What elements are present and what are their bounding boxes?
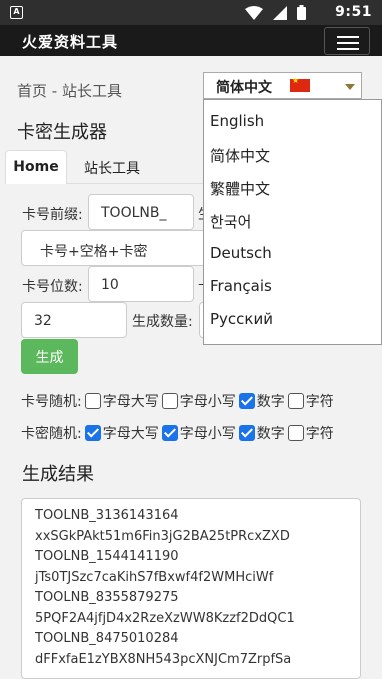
language-option[interactable]: 한국어 — [204, 199, 381, 232]
language-option[interactable]: English — [204, 100, 381, 133]
result-title: 生成结果 — [22, 464, 94, 485]
result-line: dFFxfaE1zYBX8NH543pcXNJCm7ZrpfSa — [35, 651, 292, 667]
prefix-input[interactable]: TOOLNB_ — [88, 194, 194, 230]
site-logo[interactable]: ⽕爱资料工具 — [22, 31, 118, 52]
dropdown-arrow-icon — [345, 84, 355, 90]
card-symbols-checkbox[interactable] — [287, 393, 304, 409]
language-option[interactable]: Français — [204, 265, 381, 298]
password-digits-input[interactable]: 32 — [21, 302, 127, 338]
top-navbar: ⽕爱资料工具 — [0, 25, 382, 56]
pwd-uppercase-checkbox[interactable] — [84, 425, 101, 441]
result-line: 5PQF2A4jfjD4x2RzeXzWW8Kzzf2DdQC1 — [35, 610, 295, 626]
language-option[interactable]: 简体中文 — [204, 133, 381, 166]
language-option[interactable]: Русский — [204, 298, 381, 331]
pwd-lowercase-checkbox[interactable] — [161, 425, 178, 441]
checkbox-label: 字符 — [305, 426, 334, 442]
prefix-label: 卡号前缀: — [22, 207, 83, 223]
result-line: jTs0TJSzc7caKihS7fBxwf4f2WMHciWf — [35, 569, 274, 585]
checkbox-label: 字母小写 — [179, 426, 236, 442]
pwd-digits-checkbox[interactable] — [238, 425, 255, 441]
checkbox-label: 字母大写 — [102, 426, 159, 442]
menu-icon — [337, 36, 359, 38]
language-select[interactable]: 简体中文 — [203, 72, 362, 99]
checkbox-label: 字符 — [305, 394, 334, 410]
password-random-label: 卡密随机: — [21, 426, 82, 442]
checkbox-label: 数字 — [256, 394, 285, 410]
digits-label: 卡号位数: — [22, 279, 83, 295]
format-select[interactable]: 卡号+空格+卡密 — [21, 230, 211, 266]
checkbox-label: 字母大写 — [102, 394, 159, 410]
tab-webmaster-tools[interactable]: 站长工具 — [77, 150, 147, 184]
language-option[interactable]: Deutsch — [204, 232, 381, 265]
result-line: TOOLNB_1544141190 — [35, 549, 179, 564]
card-random-label: 卡号随机: — [21, 394, 82, 410]
status-bar: A 9:51 — [0, 0, 382, 25]
result-line: TOOLNB_8355879275 — [35, 590, 179, 605]
result-line: TOOLNB_8475010284 — [35, 631, 179, 646]
checkbox-label: 字母小写 — [179, 394, 236, 410]
result-line: xxSGkPAkt51m6Fin3jG2BA25tPRcxZXD — [35, 528, 290, 544]
clock: 9:51 — [335, 4, 372, 20]
wifi-icon — [245, 5, 263, 20]
language-selected: 简体中文 — [216, 80, 272, 96]
result-line: TOOLNB_3136143164 — [35, 508, 179, 523]
card-lowercase-checkbox[interactable] — [161, 393, 178, 409]
app-notification-icon: A — [10, 6, 23, 19]
tab-home[interactable]: Home — [5, 150, 67, 184]
count-label: 生成数量: — [132, 314, 193, 330]
generate-button[interactable]: 生成 — [21, 339, 78, 374]
page-title: 卡密生成器 — [17, 122, 107, 143]
card-random-row: 卡号随机: 字母大写 字母小写 数字 字符 — [21, 391, 337, 411]
pwd-symbols-checkbox[interactable] — [287, 425, 304, 441]
battery-icon — [297, 5, 306, 20]
card-digits-checkbox[interactable] — [238, 393, 255, 409]
hamburger-menu-button[interactable] — [324, 27, 370, 55]
china-flag-icon — [290, 76, 310, 92]
result-textarea[interactable]: TOOLNB_3136143164 xxSGkPAkt51m6Fin3jG2BA… — [21, 498, 361, 679]
card-uppercase-checkbox[interactable] — [84, 393, 101, 409]
checkbox-label: 数字 — [256, 426, 285, 442]
language-option[interactable]: 繁體中文 — [204, 166, 381, 199]
language-dropdown-menu: English 简体中文 繁體中文 한국어 Deutsch Français Р… — [203, 99, 382, 345]
card-digits-input[interactable]: 10 — [88, 266, 194, 302]
breadcrumb[interactable]: 首页 - 站长工具 — [17, 80, 122, 101]
signal-icon — [273, 5, 287, 20]
password-random-row: 卡密随机: 字母大写 字母小写 数字 字符 — [21, 423, 337, 443]
